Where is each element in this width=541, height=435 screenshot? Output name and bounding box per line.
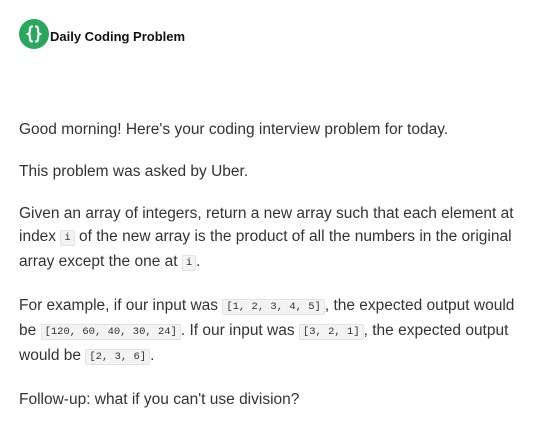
email-body: Good morning! Here's your coding intervi… [19, 118, 524, 430]
followup-text: Follow-up: what if you can't use divisio… [19, 391, 300, 408]
example-paragraph: For example, if our input was [1, 2, 3, … [19, 294, 524, 369]
asked-by-text: This problem was asked by Uber. [19, 163, 249, 180]
inline-code: i [60, 230, 75, 246]
inline-code: [120, 60, 40, 30, 24] [40, 324, 181, 340]
brand-name: Daily Coding Problem [50, 29, 186, 44]
example-text: . If our input was [180, 322, 299, 339]
example-text: For example, if our input was [19, 297, 223, 314]
inline-code: [1, 2, 3, 4, 5] [222, 299, 325, 315]
inline-code: i [181, 255, 197, 271]
greeting-text: Good morning! Here's your coding intervi… [19, 121, 449, 138]
dcp-logo-icon [19, 19, 49, 49]
bracket-logo-glyph [26, 25, 42, 43]
inline-code: [2, 3, 6] [85, 349, 151, 365]
inline-code: [3, 2, 1] [298, 324, 364, 340]
problem-statement: Given an array of integers, return a new… [19, 202, 524, 275]
example-text: . [150, 347, 155, 364]
email-header: Daily Coding Problem [19, 19, 185, 49]
problem-text: . [196, 253, 201, 270]
problem-text: of the new array is the product of all t… [19, 228, 512, 270]
